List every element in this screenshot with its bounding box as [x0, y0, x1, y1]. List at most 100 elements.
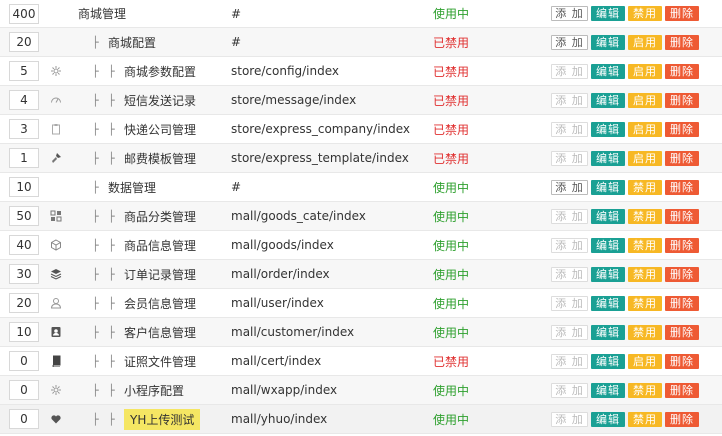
edit-button[interactable]: 编辑	[591, 6, 625, 21]
edit-button[interactable]: 编辑	[591, 237, 625, 253]
toggle-status-button[interactable]: 禁用	[628, 411, 662, 427]
add-button[interactable]: 添 加	[551, 121, 588, 137]
sort-input[interactable]	[9, 3, 39, 24]
toggle-status-button[interactable]: 禁用	[628, 179, 662, 195]
delete-button[interactable]: 删除	[665, 237, 699, 253]
status-text: 已禁用	[433, 64, 470, 79]
delete-button[interactable]: 删除	[665, 92, 699, 108]
delete-button[interactable]: 删除	[665, 324, 699, 340]
menu-title: 商城参数配置	[124, 64, 197, 79]
toggle-status-button[interactable]: 禁用	[628, 6, 662, 21]
edit-button[interactable]: 编辑	[591, 353, 625, 369]
delete-button[interactable]: 删除	[665, 63, 699, 79]
sort-cell	[8, 144, 40, 172]
table-row-0: 商城管理 # 使用中 添 加 编辑 禁用 删除	[0, 0, 722, 28]
add-button[interactable]: 添 加	[551, 382, 588, 398]
add-button[interactable]: 添 加	[551, 295, 588, 311]
sort-input[interactable]	[9, 351, 39, 371]
add-button[interactable]: 添 加	[551, 324, 588, 340]
toggle-status-button[interactable]: 禁用	[628, 295, 662, 311]
delete-button[interactable]: 删除	[665, 266, 699, 282]
status-text: 使用中	[433, 296, 470, 311]
delete-button[interactable]: 删除	[665, 150, 699, 166]
add-button[interactable]: 添 加	[551, 353, 588, 369]
toggle-status-button[interactable]: 启用	[628, 92, 662, 108]
edit-button[interactable]: 编辑	[591, 295, 625, 311]
delete-button[interactable]: 删除	[665, 382, 699, 398]
tree-branch-marker: ├	[108, 384, 115, 397]
toggle-status-button[interactable]: 启用	[628, 150, 662, 166]
add-button[interactable]: 添 加	[551, 208, 588, 224]
table-row-4: ├├ 快递公司管理 store/express_company/index 已禁…	[0, 115, 722, 144]
edit-button[interactable]: 编辑	[591, 266, 625, 282]
add-button[interactable]: 添 加	[551, 237, 588, 253]
edit-button[interactable]: 编辑	[591, 208, 625, 224]
delete-button[interactable]: 删除	[665, 179, 699, 195]
tree-title-cell: ├ ├ 会员信息管理	[78, 289, 228, 317]
category-icon	[50, 210, 62, 222]
edit-button[interactable]: 编辑	[591, 121, 625, 137]
sort-input[interactable]	[9, 409, 39, 429]
sort-input[interactable]	[9, 380, 39, 400]
add-button[interactable]: 添 加	[551, 34, 588, 50]
sort-input[interactable]	[9, 32, 39, 52]
sort-input[interactable]	[9, 61, 39, 81]
edit-button[interactable]: 编辑	[591, 34, 625, 50]
add-button[interactable]: 添 加	[551, 411, 588, 427]
delete-button[interactable]: 删除	[665, 353, 699, 369]
delete-button[interactable]: 删除	[665, 6, 699, 21]
add-button[interactable]: 添 加	[551, 92, 588, 108]
sort-input[interactable]	[9, 235, 39, 255]
toggle-status-button[interactable]: 启用	[628, 63, 662, 79]
toggle-status-button[interactable]: 禁用	[628, 324, 662, 340]
sort-input[interactable]	[9, 90, 39, 110]
edit-button[interactable]: 编辑	[591, 324, 625, 340]
add-button[interactable]: 添 加	[551, 63, 588, 79]
delete-button[interactable]: 删除	[665, 208, 699, 224]
status-text: 已禁用	[433, 354, 470, 369]
tree-title-cell: ├ ├ 商城参数配置	[78, 57, 228, 85]
table-row-8: ├├ 商品信息管理 mall/goods/index 使用中 添 加 编辑 禁用…	[0, 231, 722, 260]
edit-button[interactable]: 编辑	[591, 150, 625, 166]
menu-title: 数据管理	[108, 180, 157, 195]
toggle-status-button[interactable]: 禁用	[628, 382, 662, 398]
toggle-status-button[interactable]: 禁用	[628, 237, 662, 253]
tree-title-cell: ├ 商城配置	[78, 28, 228, 56]
menu-icon-cell	[46, 28, 66, 56]
add-button[interactable]: 添 加	[551, 179, 588, 195]
sort-input[interactable]	[9, 119, 39, 139]
sort-cell	[8, 115, 40, 143]
sort-input[interactable]	[9, 177, 39, 197]
delete-button[interactable]: 删除	[665, 411, 699, 427]
delete-button[interactable]: 删除	[665, 121, 699, 137]
add-button[interactable]: 添 加	[551, 6, 588, 21]
toggle-status-button[interactable]: 启用	[628, 353, 662, 369]
sort-input[interactable]	[9, 148, 39, 168]
tree-indent: ├ ├	[92, 325, 124, 339]
sort-input[interactable]	[9, 293, 39, 313]
tree-title-cell: ├ ├ 证照文件管理	[78, 347, 228, 375]
edit-button[interactable]: 编辑	[591, 411, 625, 427]
toggle-status-button[interactable]: 禁用	[628, 266, 662, 282]
edit-button[interactable]: 编辑	[591, 179, 625, 195]
sort-input[interactable]	[9, 206, 39, 226]
edit-button[interactable]: 编辑	[591, 63, 625, 79]
table-row-10: ├├ 会员信息管理 mall/user/index 使用中 添 加 编辑 禁用 …	[0, 289, 722, 318]
toggle-status-button[interactable]: 启用	[628, 121, 662, 137]
cube-icon	[50, 239, 62, 251]
table-row-5: ├├ 邮费模板管理 store/express_template/index 已…	[0, 144, 722, 173]
tree-branch-marker: ├	[92, 384, 99, 397]
table-row-1: ├ 商城配置 # 已禁用 添 加 编辑 启用 删除	[0, 28, 722, 57]
add-button[interactable]: 添 加	[551, 150, 588, 166]
edit-button[interactable]: 编辑	[591, 382, 625, 398]
sort-input[interactable]	[9, 322, 39, 342]
edit-button[interactable]: 编辑	[591, 92, 625, 108]
toggle-status-button[interactable]: 启用	[628, 34, 662, 50]
toggle-status-button[interactable]: 禁用	[628, 208, 662, 224]
table-row-2: ├├ 商城参数配置 store/config/index 已禁用 添 加 编辑 …	[0, 57, 722, 86]
delete-button[interactable]: 删除	[665, 295, 699, 311]
sort-input[interactable]	[9, 264, 39, 284]
add-button[interactable]: 添 加	[551, 266, 588, 282]
delete-button[interactable]: 删除	[665, 34, 699, 50]
menu-url: #	[231, 35, 242, 49]
